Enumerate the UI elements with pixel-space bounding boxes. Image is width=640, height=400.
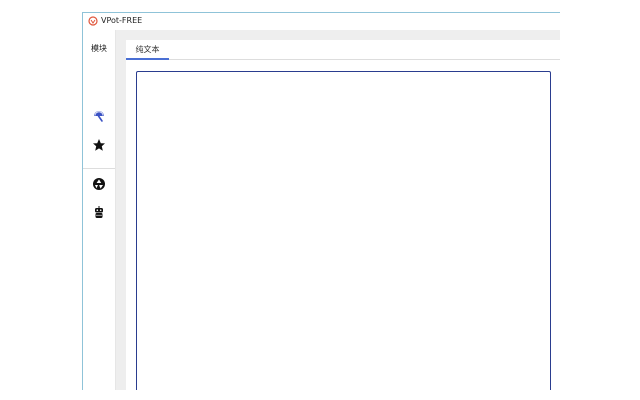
vpot-logo-icon bbox=[88, 16, 98, 26]
star-icon[interactable] bbox=[92, 138, 106, 152]
tab-plain-text[interactable]: 纯文本 bbox=[126, 40, 169, 60]
main-content: 纯文本 bbox=[116, 30, 560, 390]
window-title: VPot-FREE bbox=[101, 16, 143, 25]
aperture-icon[interactable] bbox=[92, 177, 106, 191]
tab-panel bbox=[126, 60, 560, 390]
sidebar-separator bbox=[83, 168, 115, 169]
tab-bar: 纯文本 bbox=[126, 40, 560, 60]
module-label: 模块 bbox=[91, 44, 107, 53]
title-bar[interactable]: VPot-FREE bbox=[83, 13, 560, 30]
robot-icon[interactable] bbox=[92, 205, 106, 219]
pen-tool-icon[interactable] bbox=[92, 109, 106, 123]
plain-text-editor[interactable] bbox=[136, 71, 551, 390]
module-sidebar: 模块 bbox=[83, 30, 116, 390]
app-window: VPot-FREE 模块 纯文本 bbox=[82, 12, 560, 390]
